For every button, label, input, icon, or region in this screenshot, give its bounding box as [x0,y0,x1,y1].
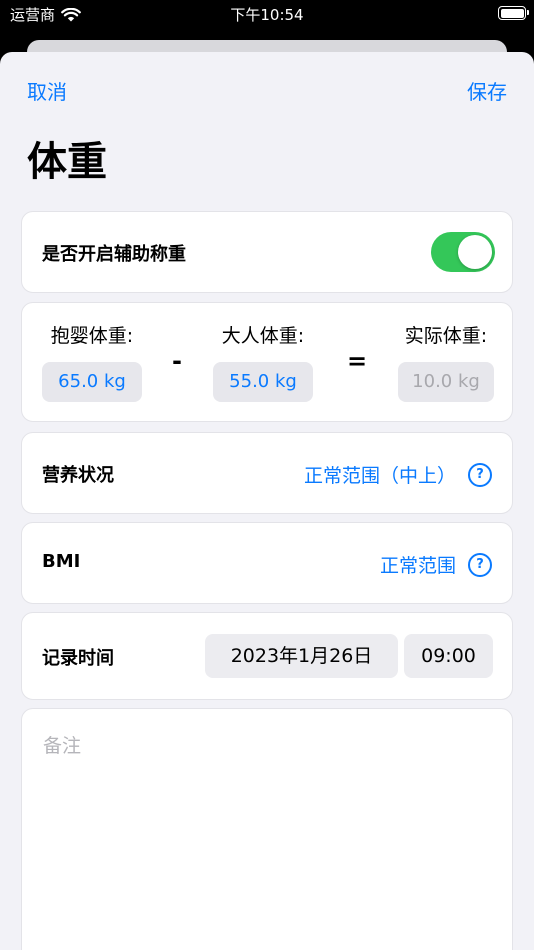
nutrition-status-label: 营养状况 [42,465,114,486]
question-circle-icon[interactable]: ? [468,552,492,577]
record-time-card: 记录时间 2023年1月26日 09:00 [21,612,513,700]
weight-entry-sheet: 取消 保存 体重 是否开启辅助称重 抱婴体重: 65.0 kg - 大人体重: … [0,52,534,950]
nutrition-status-text: 正常范围（中上） [303,465,456,487]
adult-weight-label: 大人体重: [221,325,305,347]
bmi-value[interactable]: 正常范围 ? [380,551,492,578]
battery-icon [498,6,529,20]
actual-weight-field: 10.0 kg [398,362,494,402]
minus-sign: - [172,347,182,375]
actual-weight-group: 实际体重: 10.0 kg [398,321,494,402]
actual-weight-label: 实际体重: [404,325,488,347]
toggle-knob [458,235,492,269]
save-button[interactable]: 保存 [467,76,507,105]
weight-calculation-card: 抱婴体重: 65.0 kg - 大人体重: 55.0 kg = 实际体重: 10… [21,302,513,422]
date-picker-button[interactable]: 2023年1月26日 [205,634,398,678]
cancel-button[interactable]: 取消 [27,76,67,105]
equals-sign: = [347,347,368,375]
record-time-label: 记录时间 [42,648,114,669]
notes-field[interactable]: 备注 [21,708,513,950]
adult-weight-field[interactable]: 55.0 kg [213,362,313,402]
time-picker-button[interactable]: 09:00 [404,634,493,678]
question-circle-icon[interactable]: ? [468,462,492,487]
assist-weighing-card: 是否开启辅助称重 [21,211,513,293]
holding-weight-group: 抱婴体重: 65.0 kg [42,321,142,402]
bmi-card: BMI 正常范围 ? [21,522,513,604]
adult-weight-group: 大人体重: 55.0 kg [213,321,313,402]
assist-weighing-toggle[interactable] [431,232,495,272]
nutrition-status-card: 营养状况 正常范围（中上） ? [21,432,513,514]
bmi-status-text: 正常范围 [379,555,456,577]
nutrition-status-value[interactable]: 正常范围（中上） ? [304,461,492,488]
status-bar: 运营商 下午10:54 [0,0,534,28]
holding-weight-label: 抱婴体重: [50,325,134,347]
page-title: 体重 [27,139,107,185]
notes-placeholder: 备注 [43,735,82,757]
holding-weight-field[interactable]: 65.0 kg [42,362,142,402]
assist-weighing-label: 是否开启辅助称重 [42,244,186,265]
status-time: 下午10:54 [230,6,304,24]
bmi-label: BMI [42,551,81,572]
